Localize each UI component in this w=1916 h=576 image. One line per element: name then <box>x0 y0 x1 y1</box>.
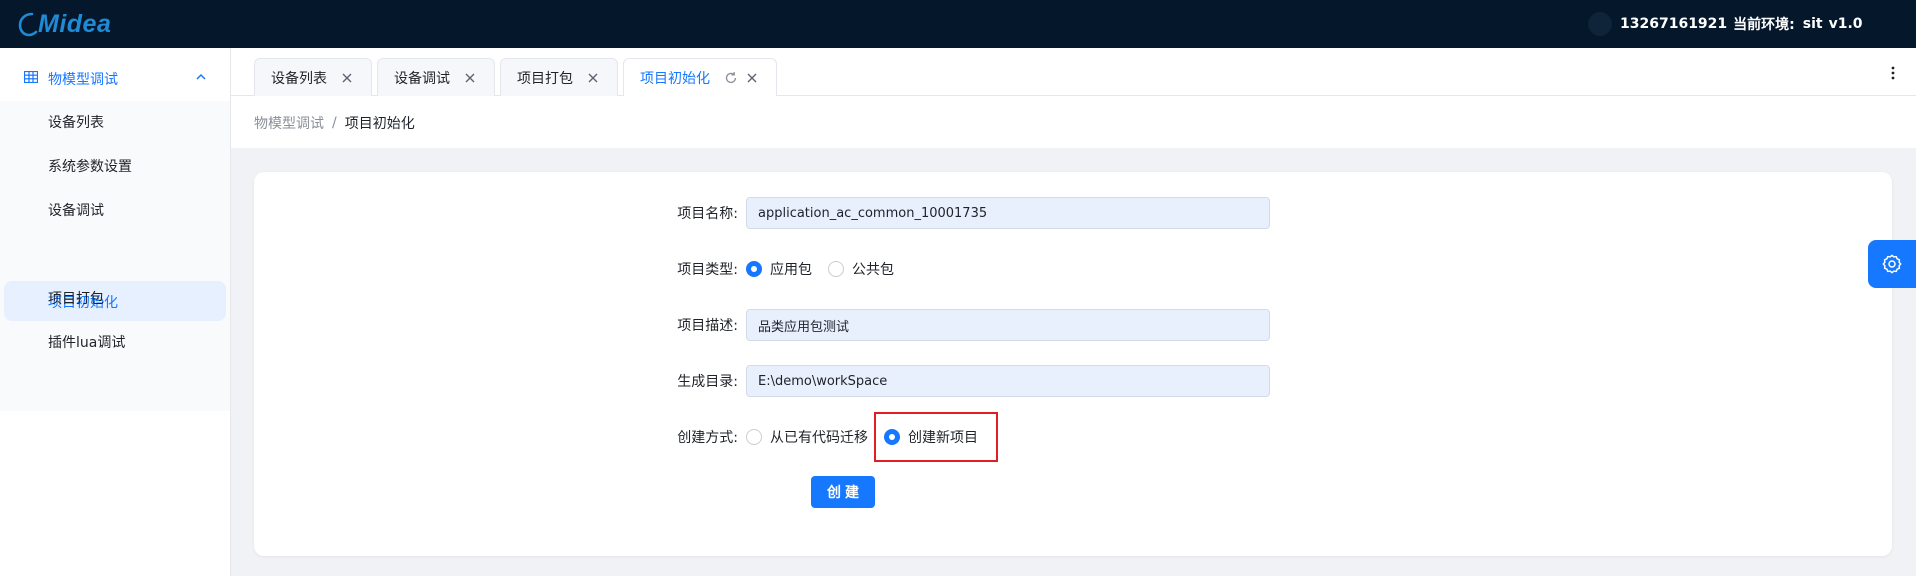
user-phone: 13267161921 <box>1620 16 1728 32</box>
breadcrumb-bar: 物模型调试 / 项目初始化 <box>231 96 1916 148</box>
form-card <box>254 172 1892 556</box>
table-grid-icon <box>24 71 38 83</box>
floating-settings-button[interactable] <box>1868 240 1916 288</box>
tab-label: 项目打包 <box>517 71 573 87</box>
more-vertical-icon[interactable] <box>1891 66 1895 80</box>
description-input[interactable] <box>746 309 1270 341</box>
version-label: v1.0 <box>1828 16 1863 32</box>
breadcrumb-separator: / <box>332 115 337 131</box>
sidebar-group-thing-model[interactable]: 物模型调试 <box>0 56 230 101</box>
create-mode-radio-migrate[interactable]: 从已有代码迁移 <box>746 427 868 447</box>
sidebar-item-label: 插件lua调试 <box>48 335 126 351</box>
midea-logo-mark-icon <box>18 12 38 37</box>
sidebar-item-label: 项目打包 <box>48 291 104 307</box>
sidebar-item-label: 设备列表 <box>48 115 104 131</box>
close-icon[interactable] <box>587 72 599 84</box>
refresh-icon[interactable] <box>724 71 738 85</box>
project-type-radio-common[interactable]: 公共包 <box>828 259 894 279</box>
sidebar-item-label: 系统参数设置 <box>48 159 132 175</box>
gear-icon <box>1882 254 1902 274</box>
env-label: 当前环境: <box>1733 17 1795 33</box>
env-value: sit <box>1802 16 1823 32</box>
close-icon[interactable] <box>341 72 353 84</box>
tab-label: 项目初始化 <box>640 71 710 87</box>
radio-label: 应用包 <box>770 262 812 278</box>
tab-label: 设备调试 <box>394 71 450 87</box>
close-icon[interactable] <box>464 72 476 84</box>
tab-project-init[interactable]: 项目初始化 <box>623 58 777 97</box>
top-bar: Midea 13267161921 当前环境: sit v1.0 <box>0 0 1916 48</box>
output-dir-label: 生成目录: <box>677 374 738 390</box>
breadcrumb-current: 项目初始化 <box>344 116 415 132</box>
avatar[interactable] <box>1588 12 1612 36</box>
logo-text: Midea <box>38 9 112 38</box>
radio-unchecked-icon <box>828 261 844 277</box>
radio-unchecked-icon <box>746 429 762 445</box>
breadcrumb-parent[interactable]: 物模型调试 <box>254 113 324 133</box>
create-mode-label: 创建方式: <box>677 430 738 446</box>
create-button[interactable]: 创建 <box>811 476 875 508</box>
sidebar-item-label: 设备调试 <box>48 203 104 219</box>
project-type-radio-app[interactable]: 应用包 <box>746 259 812 279</box>
tab-device-list[interactable]: 设备列表 <box>254 58 372 96</box>
breadcrumb: 物模型调试 / 项目初始化 <box>254 113 415 133</box>
sidebar-item-system-params[interactable]: 系统参数设置 <box>0 145 230 185</box>
tab-device-debug[interactable]: 设备调试 <box>377 58 495 96</box>
sidebar-item-plugin-lua-debug[interactable]: 插件lua调试 <box>0 321 230 361</box>
project-type-label: 项目类型: <box>677 262 738 278</box>
tabs-bar: 设备列表 设备调试 项目打包 项目初始化 <box>231 48 1916 97</box>
highlight-annotation-box <box>874 412 998 462</box>
chevron-up-icon[interactable] <box>196 73 206 80</box>
sidebar-item-device-list[interactable]: 设备列表 <box>0 101 230 141</box>
user-area: 13267161921 当前环境: sit v1.0 <box>1588 12 1863 36</box>
sidebar-item-device-debug[interactable]: 设备调试 <box>0 189 230 229</box>
output-dir-input[interactable] <box>746 365 1270 397</box>
radio-label: 公共包 <box>852 262 894 278</box>
project-name-input[interactable] <box>746 197 1270 229</box>
midea-logo[interactable]: Midea <box>18 9 111 39</box>
sidebar-group-label: 物模型调试 <box>48 72 118 88</box>
project-name-label: 项目名称: <box>677 206 738 222</box>
sidebar-item-project-package[interactable]: 项目打包 <box>0 277 230 317</box>
close-icon[interactable] <box>746 72 758 84</box>
description-label: 项目描述: <box>677 318 738 334</box>
radio-checked-icon <box>746 261 762 277</box>
tab-project-package[interactable]: 项目打包 <box>500 58 618 96</box>
tab-label: 设备列表 <box>271 71 327 87</box>
sidebar: 物模型调试 设备列表 系统参数设置 设备调试 项目初始化 项目打包 插件lua调… <box>0 48 231 576</box>
radio-label: 从已有代码迁移 <box>770 430 868 446</box>
sidebar-submenu: 设备列表 系统参数设置 设备调试 项目初始化 项目打包 插件lua调试 <box>0 101 230 411</box>
